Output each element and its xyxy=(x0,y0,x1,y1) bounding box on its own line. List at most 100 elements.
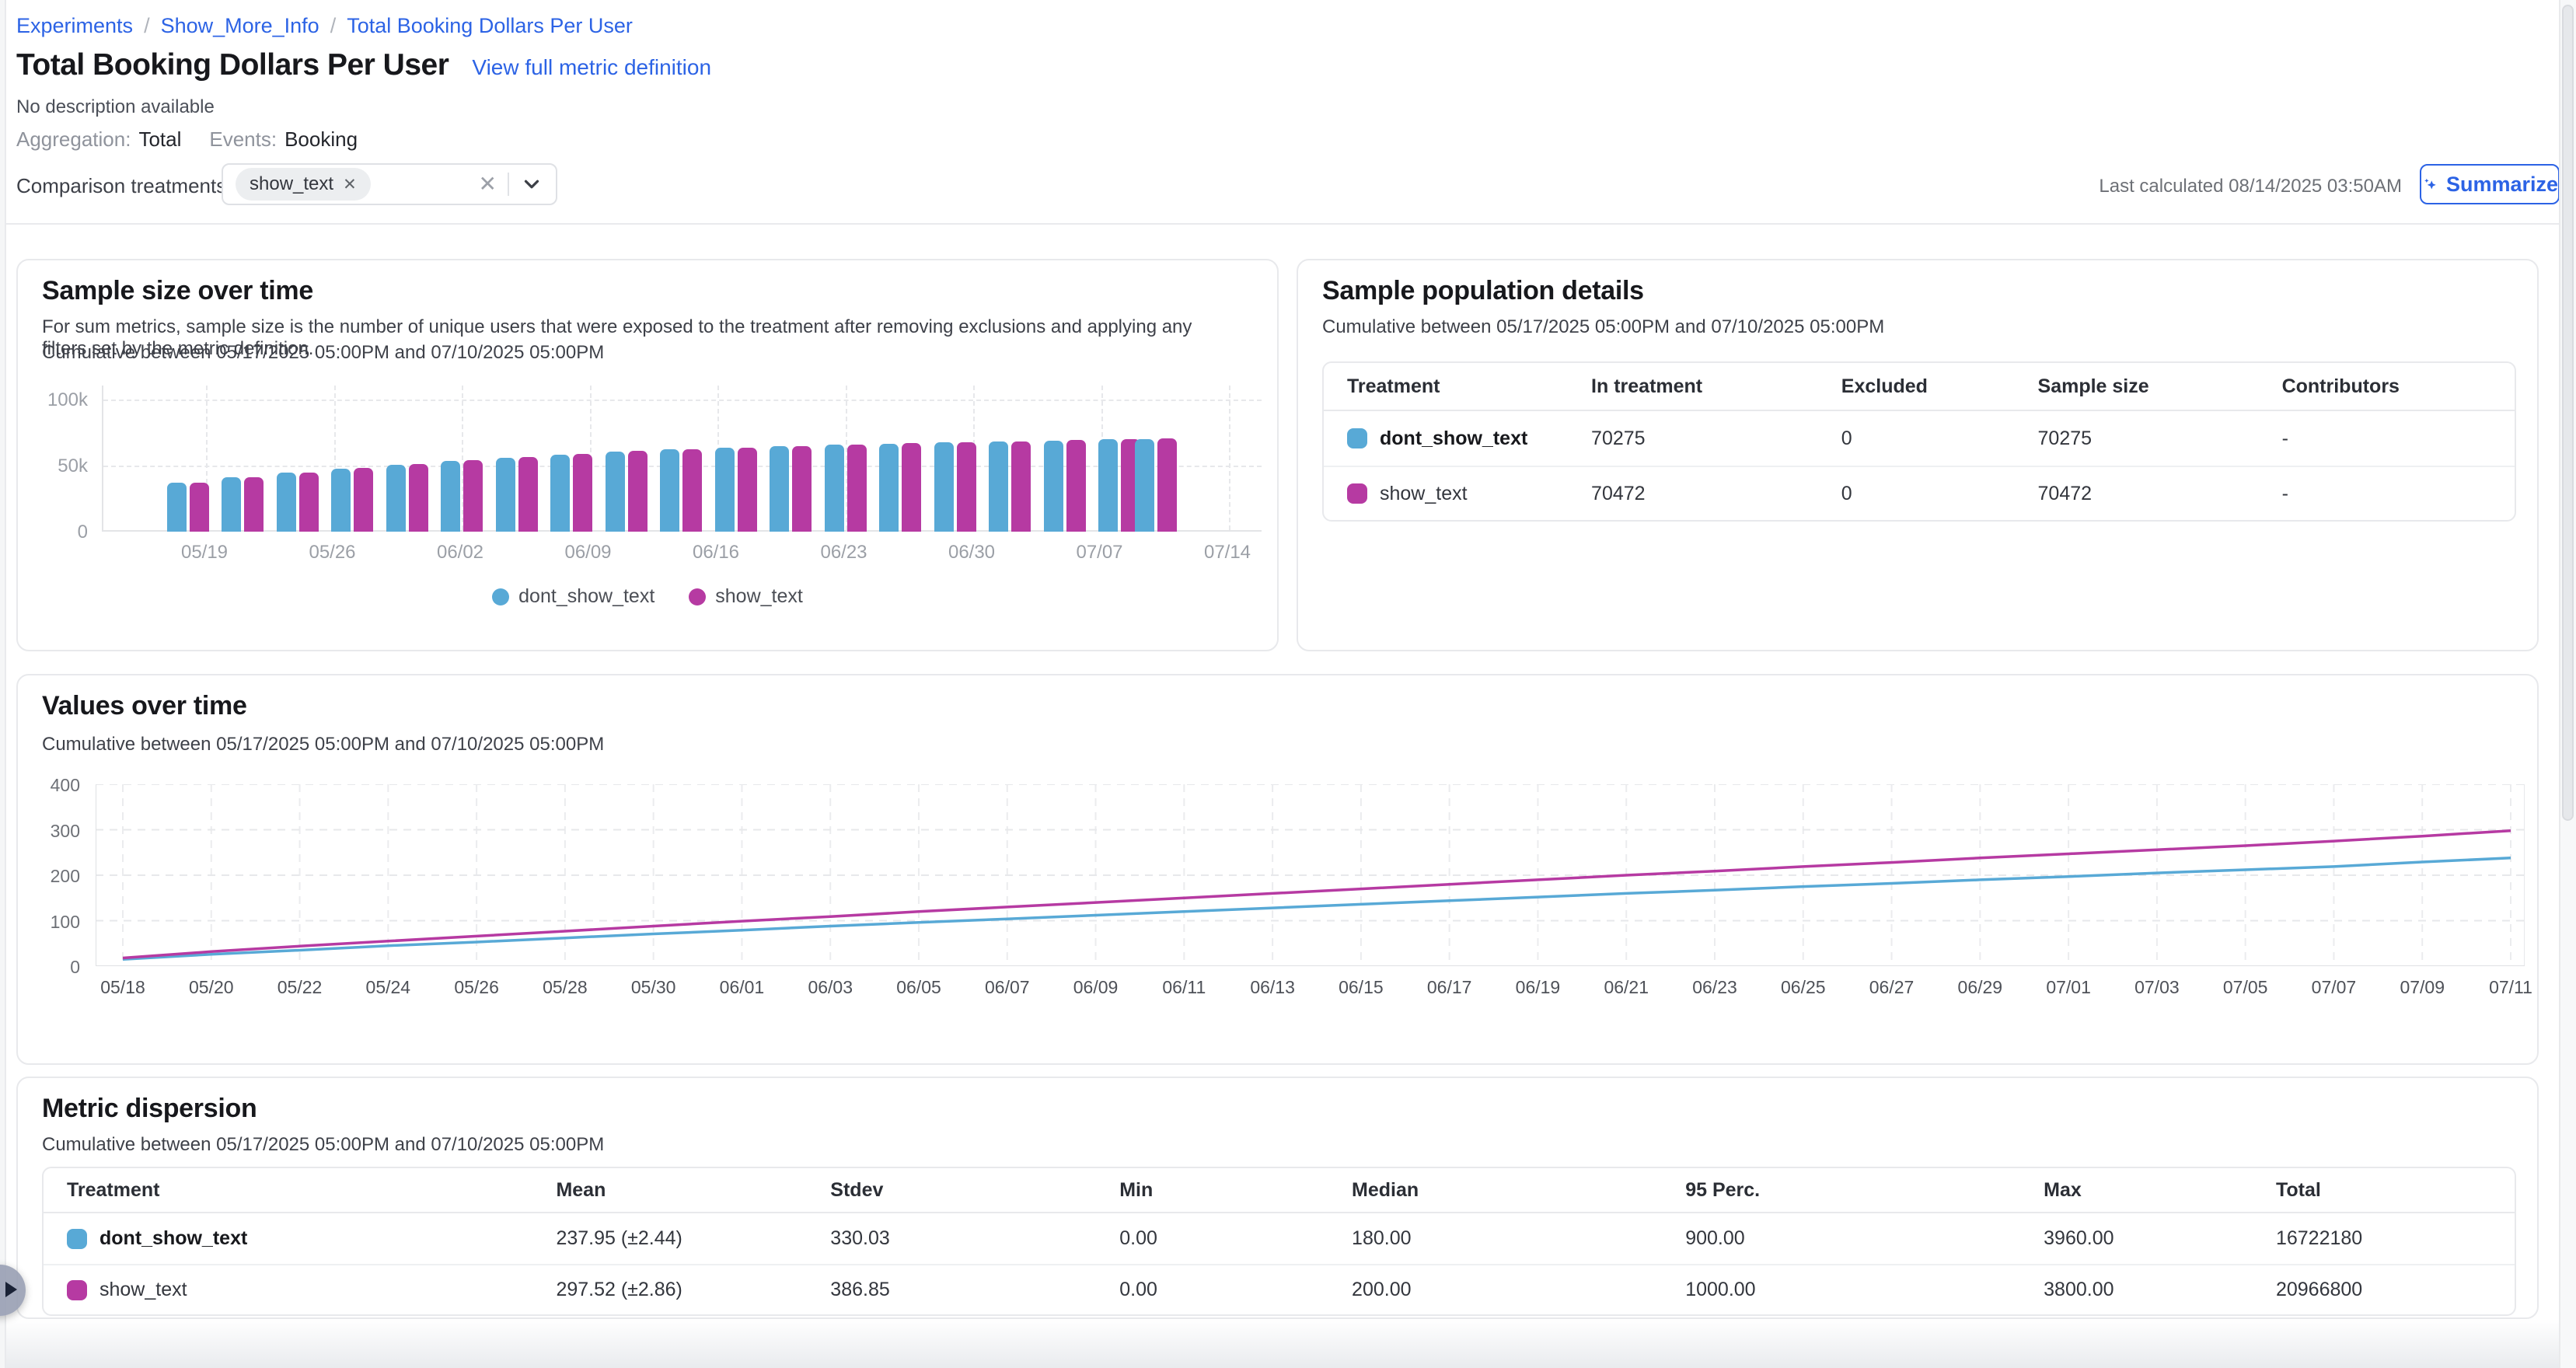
bar-show_text xyxy=(738,448,757,532)
bar-show_text xyxy=(1157,438,1177,532)
metric-description: No description available xyxy=(16,96,215,118)
median-value: 200.00 xyxy=(1328,1279,1662,1301)
x-tick-label: 06/15 xyxy=(1322,977,1400,998)
bar-dont_show_text xyxy=(222,477,241,532)
scrollbar-track xyxy=(2559,0,2576,1368)
bar-dont_show_text xyxy=(1044,441,1063,532)
column-header: Treatment xyxy=(44,1179,532,1202)
x-tick-label: 07/01 xyxy=(2030,977,2107,998)
treatment-chip[interactable]: show_text ✕ xyxy=(236,168,371,201)
legend-dot xyxy=(492,588,509,605)
x-tick-label: 06/07 xyxy=(969,977,1046,998)
x-tick-label: 06/05 xyxy=(880,977,958,998)
bar-show_text xyxy=(354,468,373,532)
excluded-value: 0 xyxy=(1818,428,2015,450)
bar-chart-legend: dont_show_text show_text xyxy=(18,585,1277,608)
comparison-treatments-label: Comparison treatments xyxy=(16,174,226,198)
bar-dont_show_text xyxy=(989,441,1008,532)
y-tick-label: 100 xyxy=(51,912,80,933)
x-tick-label: 07/07 xyxy=(2295,977,2372,998)
bar-show_text xyxy=(1066,440,1086,532)
bar-dont_show_text xyxy=(660,449,679,532)
population-table-header: Treatment In treatment Excluded Sample s… xyxy=(1324,363,2515,411)
scrollbar-thumb[interactable] xyxy=(2562,5,2574,821)
bar-show_text xyxy=(299,473,319,532)
bar-dont_show_text xyxy=(606,452,625,532)
x-tick-label: 06/17 xyxy=(1411,977,1489,998)
in-treatment-value: 70472 xyxy=(1568,483,1818,505)
column-header: Sample size xyxy=(2015,375,2259,398)
events-label: Events: xyxy=(209,127,277,152)
summarize-button[interactable]: Summarize xyxy=(2420,164,2560,204)
bar-show_text xyxy=(847,445,867,532)
treatment-color-swatch xyxy=(1347,483,1367,504)
x-tick-label: 07/09 xyxy=(2383,977,2461,998)
x-tick-label: 05/26 xyxy=(438,977,515,998)
chevron-down-icon[interactable] xyxy=(520,173,543,196)
legend-item-show_text[interactable]: show_text xyxy=(689,585,803,608)
events-value: Booking xyxy=(284,127,358,152)
in-treatment-value: 70275 xyxy=(1568,428,1818,450)
column-header: Max xyxy=(2020,1179,2253,1202)
x-tick-label: 06/23 xyxy=(805,542,883,564)
x-tick-label: 06/03 xyxy=(791,977,869,998)
legend-label: show_text xyxy=(715,585,803,608)
values-cumulative: Cumulative between 05/17/2025 05:00PM an… xyxy=(42,734,604,756)
x-tick-label: 07/07 xyxy=(1061,542,1139,564)
bar-dont_show_text xyxy=(441,461,460,532)
chip-remove-icon[interactable]: ✕ xyxy=(343,176,357,193)
summarize-label: Summarize xyxy=(2446,173,2558,197)
view-metric-definition-link[interactable]: View full metric definition xyxy=(472,55,711,80)
values-title: Values over time xyxy=(42,691,247,721)
breadcrumb-current[interactable]: Total Booking Dollars Per User xyxy=(347,14,633,38)
comparison-treatments-select[interactable]: show_text ✕ ✕ xyxy=(222,163,557,205)
x-tick-label: 07/14 xyxy=(1189,542,1266,564)
column-header: Median xyxy=(1328,1179,1662,1202)
clear-all-icon[interactable]: ✕ xyxy=(479,173,497,195)
x-tick-label: 05/22 xyxy=(261,977,339,998)
treatment-name: dont_show_text xyxy=(99,1227,247,1250)
sample-size-chart-plot[interactable] xyxy=(102,386,1262,532)
values-chart-plot[interactable] xyxy=(96,784,2525,966)
bar-dont_show_text xyxy=(1098,439,1118,532)
x-tick-label: 06/16 xyxy=(677,542,755,564)
bar-dont_show_text xyxy=(386,465,406,532)
breadcrumb-link-experiments[interactable]: Experiments xyxy=(16,14,133,38)
bar-show_text xyxy=(190,483,209,532)
x-tick-label: 05/24 xyxy=(349,977,427,998)
values-card: Values over time Cumulative between 05/1… xyxy=(16,674,2539,1065)
legend-label: dont_show_text xyxy=(518,585,654,608)
line-chart-x-axis: 05/1805/2005/2205/2405/2605/2805/3006/01… xyxy=(96,977,2525,1002)
mean-value: 297.52 (±2.86) xyxy=(532,1279,807,1301)
metric-meta: Aggregation: Total Events: Booking xyxy=(16,127,378,152)
header-divider xyxy=(0,223,2576,225)
x-tick-label: 06/09 xyxy=(550,542,627,564)
breadcrumb-separator: / xyxy=(330,14,337,38)
x-tick-label: 07/05 xyxy=(2207,977,2285,998)
bottom-scroll-fade xyxy=(0,1319,2576,1368)
x-tick-label: 06/19 xyxy=(1499,977,1576,998)
min-value: 0.00 xyxy=(1096,1227,1328,1250)
stdev-value: 386.85 xyxy=(807,1279,1096,1301)
total-value: 16722180 xyxy=(2253,1227,2515,1250)
arrow-right-icon xyxy=(5,1282,17,1297)
column-header: Contributors xyxy=(2259,375,2515,398)
breadcrumb: Experiments / Show_More_Info / Total Boo… xyxy=(16,14,633,38)
sample-size-value: 70275 xyxy=(2015,428,2259,450)
x-tick-label: 06/13 xyxy=(1234,977,1311,998)
population-cumulative: Cumulative between 05/17/2025 05:00PM an… xyxy=(1322,316,1884,338)
values-chart-svg xyxy=(96,784,2525,966)
breadcrumb-link-experiment[interactable]: Show_More_Info xyxy=(161,14,319,38)
line-show_text xyxy=(123,831,2511,958)
x-tick-label: 06/01 xyxy=(703,977,780,998)
legend-dot xyxy=(689,588,706,605)
legend-item-dont_show_text[interactable]: dont_show_text xyxy=(492,585,654,608)
min-value: 0.00 xyxy=(1096,1279,1328,1301)
treatment-color-swatch xyxy=(67,1280,87,1300)
treatment-name: show_text xyxy=(1380,483,1468,505)
x-tick-label: 07/03 xyxy=(2118,977,2196,998)
bar-dont_show_text xyxy=(770,446,789,532)
contributors-value: - xyxy=(2259,483,2515,505)
sample-size-cumulative: Cumulative between 05/17/2025 05:00PM an… xyxy=(42,342,604,364)
population-table: Treatment In treatment Excluded Sample s… xyxy=(1322,361,2516,522)
